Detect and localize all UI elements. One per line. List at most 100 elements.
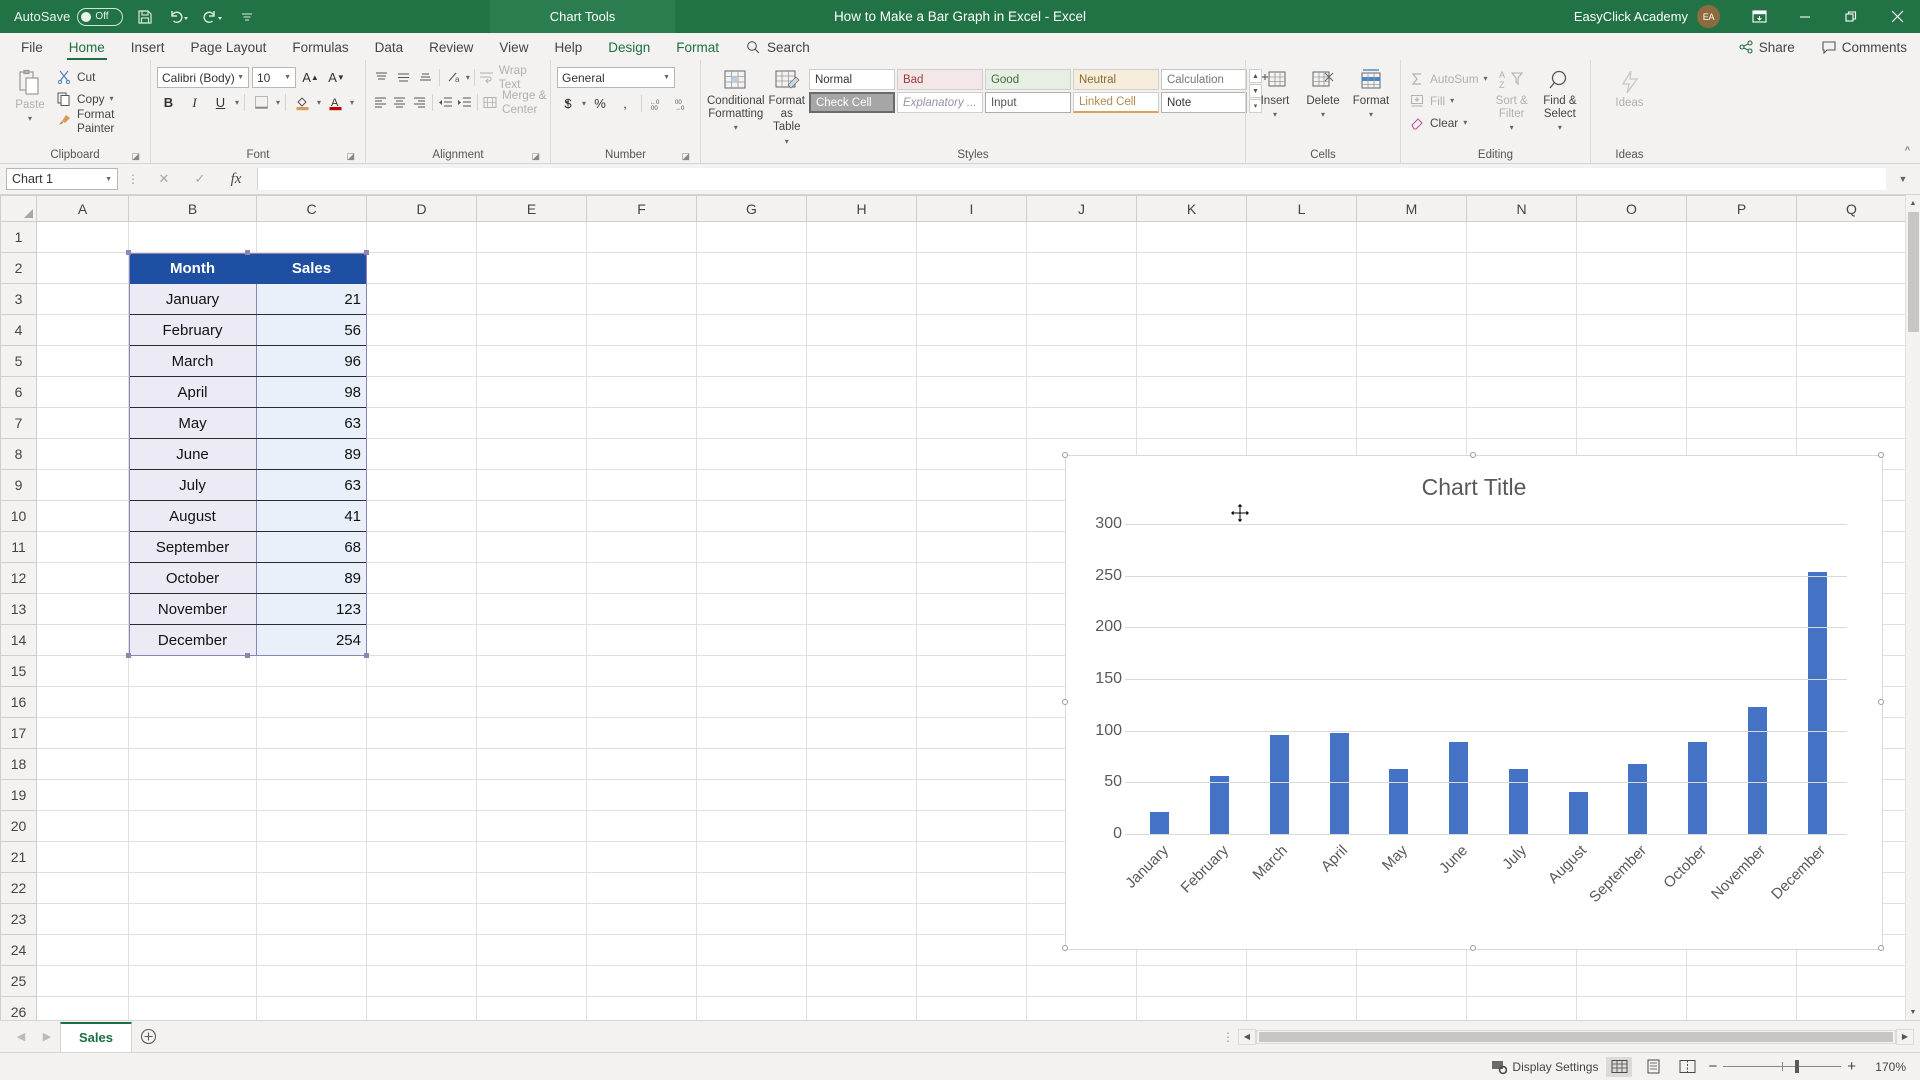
font-name-chevron-down-icon[interactable]: ▼ <box>237 74 244 81</box>
cell-B9[interactable]: July <box>129 470 257 501</box>
cell-O2[interactable] <box>1577 253 1687 284</box>
cell-L25[interactable] <box>1247 966 1357 997</box>
redo-icon[interactable] <box>201 5 225 29</box>
ideas-button[interactable]: Ideas <box>1603 67 1657 110</box>
fill-color-caret-icon[interactable]: ▾ <box>317 98 321 107</box>
account-area[interactable]: EasyClick Academy EA <box>1574 5 1720 28</box>
clipboard-dialog-launcher-icon[interactable]: ◪ <box>131 151 140 162</box>
cell-I6[interactable] <box>917 377 1027 408</box>
cell-E12[interactable] <box>477 563 587 594</box>
cell-J2[interactable] <box>1027 253 1137 284</box>
cell-F21[interactable] <box>587 842 697 873</box>
cell-P3[interactable] <box>1687 284 1797 315</box>
cell-D20[interactable] <box>367 811 477 842</box>
cell-O5[interactable] <box>1577 346 1687 377</box>
cell-P26[interactable] <box>1687 997 1797 1021</box>
cell-Q6[interactable] <box>1797 377 1907 408</box>
chart-title[interactable]: Chart Title <box>1066 456 1882 501</box>
cell-F11[interactable] <box>587 532 697 563</box>
cell-E13[interactable] <box>477 594 587 625</box>
cell-A12[interactable] <box>37 563 129 594</box>
page-break-preview-icon[interactable] <box>1674 1057 1700 1077</box>
cell-C4[interactable]: 56 <box>257 315 367 346</box>
cell-H24[interactable] <box>807 935 917 966</box>
cell-A8[interactable] <box>37 439 129 470</box>
cell-A15[interactable] <box>37 656 129 687</box>
cell-G9[interactable] <box>697 470 807 501</box>
font-color-icon[interactable]: A <box>324 92 347 113</box>
column-header-P[interactable]: P <box>1687 196 1797 222</box>
row-header-10[interactable]: 10 <box>1 501 37 532</box>
delete-cells-caret-icon[interactable]: ▾ <box>1321 110 1325 119</box>
cell-I10[interactable] <box>917 501 1027 532</box>
font-dialog-launcher-icon[interactable]: ◪ <box>346 151 355 162</box>
cell-B25[interactable] <box>129 966 257 997</box>
cell-I19[interactable] <box>917 780 1027 811</box>
zoom-out-button[interactable]: − <box>1708 1058 1717 1075</box>
bar-june[interactable] <box>1449 742 1468 834</box>
cell-E25[interactable] <box>477 966 587 997</box>
cell-B17[interactable] <box>129 718 257 749</box>
bar-november[interactable] <box>1748 707 1767 834</box>
cell-I26[interactable] <box>917 997 1027 1021</box>
row-header-2[interactable]: 2 <box>1 253 37 284</box>
scroll-down-icon[interactable]: ▼ <box>1906 1004 1920 1020</box>
row-header-3[interactable]: 3 <box>1 284 37 315</box>
format-cells-caret-icon[interactable]: ▾ <box>1369 110 1373 119</box>
cell-D18[interactable] <box>367 749 477 780</box>
cell-K1[interactable] <box>1137 222 1247 253</box>
cell-E4[interactable] <box>477 315 587 346</box>
name-box-chevron-down-icon[interactable]: ▼ <box>105 176 112 183</box>
horizontal-scrollbar[interactable] <box>1256 1030 1896 1044</box>
column-header-I[interactable]: I <box>917 196 1027 222</box>
cell-A5[interactable] <box>37 346 129 377</box>
cell-Q26[interactable] <box>1797 997 1907 1021</box>
horizontal-scroll-area[interactable]: ⋮ ◀ ▶ <box>166 1029 1920 1045</box>
find-select-button[interactable]: Find & Select ▾ <box>1536 67 1584 132</box>
ribbon-display-options-icon[interactable] <box>1736 0 1782 33</box>
select-all-corner[interactable] <box>1 196 37 222</box>
style-bad[interactable]: Bad <box>897 69 983 90</box>
cell-M5[interactable] <box>1357 346 1467 377</box>
cell-B14[interactable]: December <box>129 625 257 656</box>
align-middle-icon[interactable] <box>394 67 414 87</box>
column-header-L[interactable]: L <box>1247 196 1357 222</box>
percent-icon[interactable]: % <box>589 93 611 114</box>
cell-B4[interactable]: February <box>129 315 257 346</box>
cell-G11[interactable] <box>697 532 807 563</box>
cell-B3[interactable]: January <box>129 284 257 315</box>
cell-F3[interactable] <box>587 284 697 315</box>
cell-H13[interactable] <box>807 594 917 625</box>
column-header-C[interactable]: C <box>257 196 367 222</box>
row-header-26[interactable]: 26 <box>1 997 37 1021</box>
horizontal-scroll-thumb[interactable] <box>1259 1032 1893 1042</box>
cell-D3[interactable] <box>367 284 477 315</box>
cell-A16[interactable] <box>37 687 129 718</box>
column-header-H[interactable]: H <box>807 196 917 222</box>
paste-button[interactable]: Paste ▾ <box>6 67 54 123</box>
cell-K6[interactable] <box>1137 377 1247 408</box>
cell-H3[interactable] <box>807 284 917 315</box>
cell-I25[interactable] <box>917 966 1027 997</box>
cell-H11[interactable] <box>807 532 917 563</box>
bar-december[interactable] <box>1808 572 1827 834</box>
row-header-4[interactable]: 4 <box>1 315 37 346</box>
cell-J1[interactable] <box>1027 222 1137 253</box>
cell-A20[interactable] <box>37 811 129 842</box>
style-check-cell[interactable]: Check Cell <box>809 92 895 113</box>
find-select-caret-icon[interactable]: ▾ <box>1558 123 1562 132</box>
cell-F25[interactable] <box>587 966 697 997</box>
insert-cells-caret-icon[interactable]: ▾ <box>1273 110 1277 119</box>
underline-caret-icon[interactable]: ▾ <box>235 98 239 107</box>
cell-H7[interactable] <box>807 408 917 439</box>
cell-D12[interactable] <box>367 563 477 594</box>
column-header-G[interactable]: G <box>697 196 807 222</box>
column-header-D[interactable]: D <box>367 196 477 222</box>
cell-K26[interactable] <box>1137 997 1247 1021</box>
cell-C7[interactable]: 63 <box>257 408 367 439</box>
column-header-B[interactable]: B <box>129 196 257 222</box>
cell-styles-gallery[interactable]: Normal Bad Good Neutral Calculation Chec… <box>809 69 1247 113</box>
cell-H21[interactable] <box>807 842 917 873</box>
cell-A11[interactable] <box>37 532 129 563</box>
cell-C2-sales-header[interactable]: Sales <box>257 253 367 284</box>
